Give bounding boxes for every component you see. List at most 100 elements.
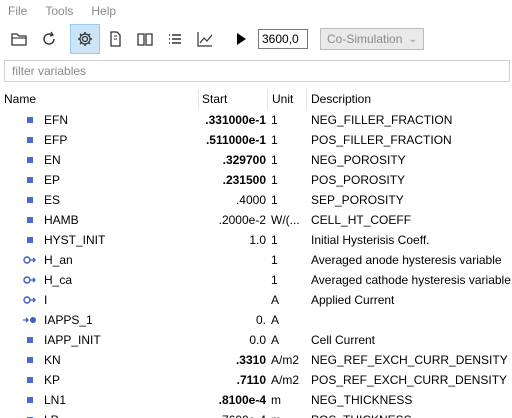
description-text: CELL_HT_COEFF [311, 213, 412, 227]
menu-bar: File Tools Help [0, 0, 512, 22]
description-text: POS_REF_EXCH_CURR_DENSITY [311, 373, 508, 387]
start-value[interactable]: 1.0 [249, 233, 266, 247]
unit-value: 1 [271, 133, 278, 147]
variable-name: EFP [44, 133, 68, 147]
filter-variables-input[interactable]: filter variables [4, 60, 510, 82]
unit-value: A/m2 [271, 353, 300, 367]
parameter-icon [27, 217, 33, 223]
run-simulation-button[interactable] [226, 24, 256, 54]
table-row[interactable]: EP .231500 1 POS_POROSITY [0, 170, 512, 190]
unit-value: 1 [271, 193, 278, 207]
variable-name: ES [44, 193, 61, 207]
parameter-icon [27, 137, 33, 143]
unit-value: A [271, 313, 280, 327]
variable-name: H_an [44, 253, 73, 267]
table-row[interactable]: IAPP_INIT 0.0 A Cell Current [0, 330, 512, 350]
table-row[interactable]: LN1 .8100e-4 m NEG_THICKNESS [0, 390, 512, 410]
start-value[interactable]: 0. [256, 313, 266, 327]
start-value[interactable]: .2000e-2 [219, 213, 266, 227]
header-unit[interactable]: Unit [272, 92, 293, 106]
menu-tools[interactable]: Tools [43, 2, 75, 20]
unit-value: 1 [271, 273, 278, 287]
variable-name: HYST_INIT [44, 233, 106, 247]
toolbar: Co-Simulation ⌄ [0, 24, 512, 54]
open-folder-button[interactable] [4, 24, 34, 54]
header-start[interactable]: Start [202, 92, 227, 106]
stop-time-input[interactable] [258, 29, 308, 49]
table-row[interactable]: LP .7600e-4 m POS_THICKNESS [0, 410, 512, 418]
model-file-button[interactable] [100, 24, 130, 54]
variable-name: LN1 [44, 393, 67, 407]
table-row[interactable]: I A Applied Current [0, 290, 512, 310]
settings-button[interactable] [70, 24, 100, 54]
start-value[interactable]: .7600e-4 [219, 413, 266, 418]
parameter-icon [27, 117, 33, 123]
table-header: Name Start Unit Description [0, 89, 512, 109]
start-value[interactable]: .3310 [236, 353, 266, 367]
variables-list-button[interactable] [160, 24, 190, 54]
reload-icon [43, 31, 55, 45]
variables-table: EFN .331000e-1 1 NEG_FILLER_FRACTION EFP .511… [0, 110, 512, 418]
description-text: NEG_REF_EXCH_CURR_DENSITY [311, 353, 508, 367]
start-value[interactable]: .7110 [237, 373, 266, 387]
unit-value: 1 [271, 253, 278, 267]
table-row[interactable]: HYST_INIT 1.0 1 Initial Hysterisis Coeff. [0, 230, 512, 250]
start-value[interactable]: .329700 [223, 153, 266, 167]
start-value[interactable]: .511000e-1 [206, 133, 266, 147]
table-row[interactable]: IAPPS_1 0. A [0, 310, 512, 330]
input-variable-icon [22, 314, 38, 326]
plot-button[interactable] [190, 24, 220, 54]
start-value[interactable]: .4000 [236, 193, 266, 207]
description-text: NEG_FILLER_FRACTION [311, 113, 453, 127]
parameter-icon [27, 337, 33, 343]
unit-value: A [271, 293, 280, 307]
start-value[interactable]: .231500 [223, 173, 266, 187]
variable-name: EN [44, 153, 61, 167]
start-value[interactable]: .8100e-4 [219, 393, 266, 407]
table-row[interactable]: EN .329700 1 NEG_POROSITY [0, 150, 512, 170]
reload-button[interactable] [34, 24, 64, 54]
unit-value: 1 [271, 173, 278, 187]
variable-name: KN [44, 353, 61, 367]
variable-name: HAMB [44, 213, 79, 227]
table-row[interactable]: HAMB .2000e-2 W/(... CELL_HT_COEFF [0, 210, 512, 230]
menu-file[interactable]: File [6, 2, 29, 20]
table-row[interactable]: EFN .331000e-1 1 NEG_FILLER_FRACTION [0, 110, 512, 130]
unit-value: m [271, 413, 307, 418]
description-text: SEP_POROSITY [311, 193, 404, 207]
simulation-mode-select[interactable]: Co-Simulation ⌄ [320, 28, 424, 50]
unit-value: 1 [271, 113, 278, 127]
description-text: Initial Hysterisis Coeff. [311, 233, 430, 247]
table-row[interactable]: KP .7110 A/m2 POS_REF_EXCH_CURR_DENSITY [0, 370, 512, 390]
unit-value: m [271, 393, 281, 407]
header-name[interactable]: Name [4, 92, 36, 106]
parameter-icon [27, 177, 33, 183]
chevron-down-icon: ⌄ [408, 33, 417, 45]
start-value[interactable]: .331000e-1 [205, 113, 266, 127]
table-row[interactable]: ES .4000 1 SEP_POROSITY [0, 190, 512, 210]
description-text: NEG_THICKNESS [311, 393, 413, 407]
filter-placeholder: filter variables [12, 64, 87, 78]
unit-value: W/(... [271, 213, 300, 227]
documentation-button[interactable] [130, 24, 160, 54]
parameter-icon [27, 357, 33, 363]
description-text: Applied Current [311, 293, 395, 307]
parameter-icon [27, 377, 33, 383]
table-row[interactable]: EFP .511000e-1 1 POS_FILLER_FRACTION [0, 130, 512, 150]
table-row[interactable]: KN .3310 A/m2 NEG_REF_EXCH_CURR_DENSITY [0, 350, 512, 370]
start-value[interactable]: 0.0 [249, 333, 266, 347]
variable-name: LP [44, 413, 59, 418]
table-row[interactable]: H_ca 1 Averaged cathode hysteresis variabl… [0, 270, 512, 290]
description-text: Cell Current [311, 333, 376, 347]
menu-help[interactable]: Help [89, 2, 118, 20]
variable-name: KP [44, 373, 61, 387]
description-text: POS_POROSITY [311, 173, 406, 187]
table-row[interactable]: H_an 1 Averaged anode hysteresis variable [0, 250, 512, 270]
header-description[interactable]: Description [311, 92, 371, 106]
description-text: POS_THICKNESS [311, 413, 412, 418]
parameter-icon [27, 237, 33, 243]
document-icon [110, 31, 121, 47]
description-text: Averaged anode hysteresis variable [311, 253, 502, 267]
parameter-icon [27, 397, 33, 403]
list-icon [169, 34, 181, 44]
